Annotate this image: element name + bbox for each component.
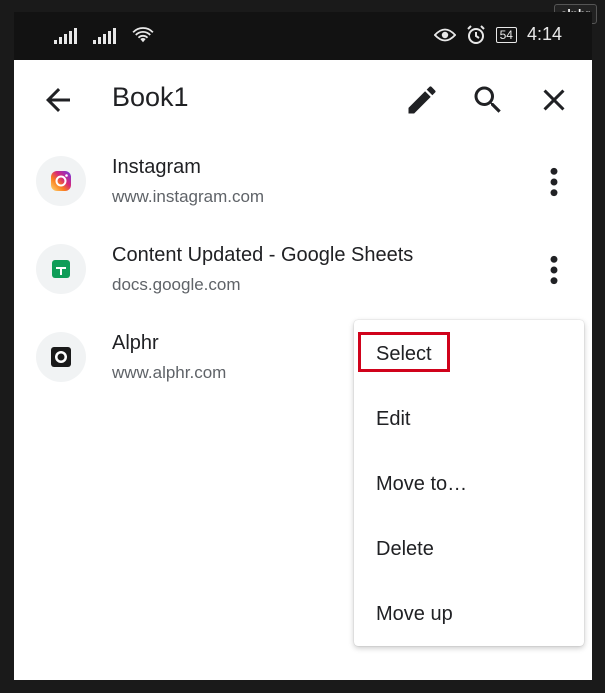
bookmark-item-instagram[interactable]: Instagram www.instagram.com [14,142,592,230]
more-vert-icon[interactable] [538,250,570,290]
bookmark-title: Instagram [112,156,201,178]
eye-icon [433,28,456,41]
bookmark-title: Content Updated - Google Sheets [112,244,414,266]
bookmark-url: www.alphr.com [112,363,227,382]
menu-item-label: Move to… [376,473,468,495]
battery-indicator: 54 [495,26,517,43]
signal-icon [54,28,77,44]
alphr-icon [36,332,86,382]
menu-item-label: Edit [376,408,411,430]
menu-item-label: Move up [376,603,453,625]
page-title: Book1 [112,82,189,112]
bookmark-title: Alphr [112,332,159,354]
bookmark-item-google-sheets[interactable]: Content Updated - Google Sheets docs.goo… [14,230,592,318]
status-left [54,26,154,44]
screenshot-frame: alphr [0,0,605,693]
status-bar: 54 4:14 [14,12,592,60]
bookmark-url: www.instagram.com [112,187,265,206]
context-menu: Select Edit Move to… Delete Move up [354,320,584,646]
app-bar: Book1 [14,60,592,140]
menu-item-edit[interactable]: Edit [354,395,584,447]
menu-item-delete[interactable]: Delete [354,525,584,577]
highlight-box [358,332,450,372]
back-arrow-icon[interactable] [40,82,76,118]
signal-icon-2 [93,28,116,44]
more-vert-icon[interactable] [538,162,570,202]
google-sheets-icon [36,244,86,294]
instagram-icon [36,156,86,206]
alarm-icon [466,24,485,44]
close-icon[interactable] [536,82,572,118]
menu-item-move-up[interactable]: Move up [354,590,584,642]
edit-pencil-icon[interactable] [404,82,440,118]
status-right: 54 4:14 [433,24,562,45]
search-icon[interactable] [470,82,506,118]
clock: 4:14 [526,24,562,44]
menu-item-move-to[interactable]: Move to… [354,460,584,512]
menu-item-label: Delete [376,538,434,560]
phone-screen: 54 4:14 Book1 Instagram www.instagram.co… [14,12,592,680]
bookmark-url: docs.google.com [112,275,241,294]
wifi-icon [132,27,154,43]
